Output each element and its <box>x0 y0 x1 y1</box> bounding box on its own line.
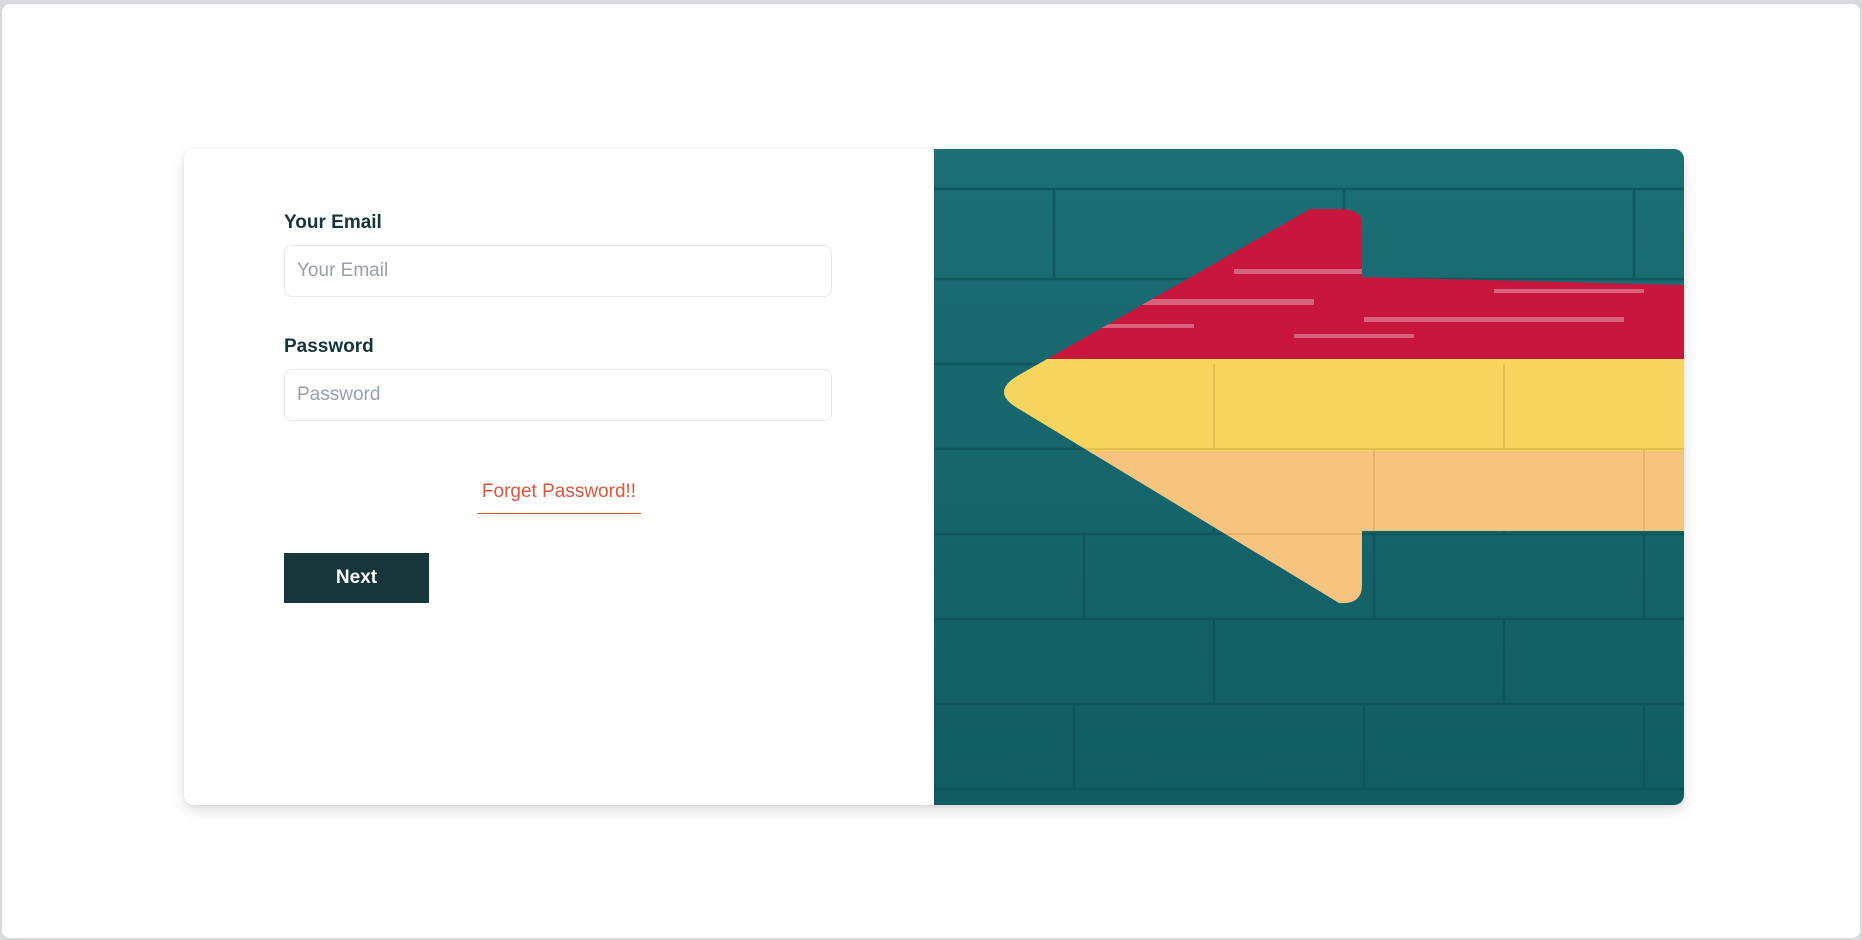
next-button[interactable]: Next <box>284 553 429 603</box>
email-label: Your Email <box>284 212 382 233</box>
password-label: Password <box>284 336 374 357</box>
login-card: Your Email Password Forget Password!! Ne… <box>184 149 1684 805</box>
hero-image <box>934 149 1684 805</box>
arrow-wall-image <box>934 149 1684 805</box>
browser-viewport: Your Email Password Forget Password!! Ne… <box>2 4 1860 938</box>
login-form: Your Email Password Forget Password!! Ne… <box>184 149 934 805</box>
password-input[interactable] <box>284 369 832 421</box>
forgot-password-link[interactable]: Forget Password!! <box>477 481 641 514</box>
email-input[interactable] <box>284 245 832 297</box>
